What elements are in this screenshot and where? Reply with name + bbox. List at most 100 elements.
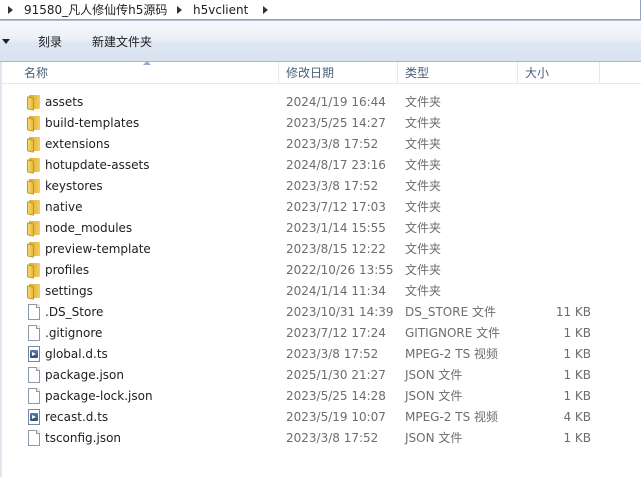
file-name: native bbox=[45, 200, 83, 214]
file-row[interactable]: native 2023/7/12 17:03 文件夹 bbox=[2, 197, 641, 218]
file-row[interactable]: node_modules 2023/1/14 15:55 文件夹 bbox=[2, 218, 641, 239]
file-name: settings bbox=[45, 284, 93, 298]
file-type: MPEG-2 TS 视频 bbox=[405, 347, 499, 361]
folder-icon bbox=[26, 94, 42, 111]
file-icon bbox=[26, 325, 42, 341]
breadcrumb-chevron-icon[interactable] bbox=[8, 6, 13, 14]
file-type: 文件夹 bbox=[405, 263, 442, 277]
file-size: 1 KB bbox=[563, 389, 591, 403]
file-row[interactable]: recast.d.ts 2023/5/19 10:07 MPEG-2 TS 视频 4 … bbox=[2, 407, 641, 428]
file-size bbox=[521, 239, 591, 260]
organize-dropdown-button[interactable] bbox=[0, 32, 22, 52]
address-bar[interactable]: 91580_凡人修仙传h5源码 h5vclient bbox=[0, 0, 641, 21]
file-type: 文件夹 bbox=[405, 158, 442, 172]
file-row[interactable]: .gitignore 2023/7/12 17:24 GITIGNORE 文件 1 K… bbox=[2, 323, 641, 344]
file-type: JSON 文件 bbox=[405, 389, 463, 403]
column-divider[interactable] bbox=[599, 62, 600, 84]
file-name: node_modules bbox=[45, 221, 133, 235]
file-modified-date: 2023/3/8 17:52 bbox=[286, 431, 379, 445]
file-row[interactable]: .DS_Store 2023/10/31 14:39 DS_STORE 文件 11 K… bbox=[2, 302, 641, 323]
column-header-type[interactable]: 类型 bbox=[405, 62, 429, 84]
file-type: 文件夹 bbox=[405, 137, 442, 151]
folder-icon bbox=[26, 283, 42, 300]
file-row[interactable]: keystores 2023/3/8 17:52 文件夹 bbox=[2, 176, 641, 197]
column-header-row: 名称 修改日期 类型 大小 bbox=[2, 61, 641, 84]
file-modified-date: 2024/8/17 23:16 bbox=[286, 158, 386, 172]
file-modified-date: 2023/3/8 17:52 bbox=[286, 179, 379, 193]
file-type: 文件夹 bbox=[405, 95, 442, 109]
file-name: package.json bbox=[45, 368, 125, 382]
file-size: 1 KB bbox=[563, 431, 591, 445]
file-name: assets bbox=[45, 95, 84, 109]
file-size bbox=[521, 176, 591, 197]
folder-icon bbox=[26, 157, 42, 174]
column-divider[interactable] bbox=[517, 62, 518, 84]
file-modified-date: 2023/5/25 14:27 bbox=[286, 116, 386, 130]
breadcrumb: 91580_凡人修仙传h5源码 h5vclient bbox=[0, 0, 641, 20]
file-type: 文件夹 bbox=[405, 221, 442, 235]
file-row[interactable]: tsconfig.json 2023/3/8 17:52 JSON 文件 1 KB bbox=[2, 428, 641, 449]
file-row[interactable]: extensions 2023/3/8 17:52 文件夹 bbox=[2, 134, 641, 155]
breadcrumb-item-project[interactable]: 91580_凡人修仙传h5源码 bbox=[24, 2, 167, 18]
file-row[interactable]: global.d.ts 2023/3/8 17:52 MPEG-2 TS 视频 1 K… bbox=[2, 344, 641, 365]
file-modified-date: 2024/1/14 11:34 bbox=[286, 284, 386, 298]
folder-icon bbox=[26, 199, 42, 216]
file-modified-date: 2023/3/8 17:52 bbox=[286, 137, 379, 151]
file-type: JSON 文件 bbox=[405, 431, 463, 445]
file-size bbox=[521, 113, 591, 134]
file-size bbox=[521, 281, 591, 302]
file-type: JSON 文件 bbox=[405, 368, 463, 382]
file-name: hotupdate-assets bbox=[45, 158, 150, 172]
file-size: 1 KB bbox=[563, 326, 591, 340]
file-row[interactable]: profiles 2022/10/26 13:55 文件夹 bbox=[2, 260, 641, 281]
breadcrumb-chevron-icon[interactable] bbox=[177, 6, 182, 14]
file-type: DS_STORE 文件 bbox=[405, 305, 496, 319]
column-divider[interactable] bbox=[278, 62, 279, 84]
file-row[interactable]: preview-template 2023/8/15 12:22 文件夹 bbox=[2, 239, 641, 260]
file-modified-date: 2023/5/25 14:28 bbox=[286, 389, 386, 403]
sort-ascending-icon bbox=[143, 61, 151, 65]
file-list: 名称 修改日期 类型 大小 assets 2024/1/19 16:44 文件夹 bu… bbox=[0, 61, 641, 477]
file-type: 文件夹 bbox=[405, 179, 442, 193]
new-folder-button[interactable]: 新建文件夹 bbox=[88, 32, 156, 52]
file-name: global.d.ts bbox=[45, 347, 108, 361]
column-header-name[interactable]: 名称 bbox=[24, 62, 48, 84]
column-divider[interactable] bbox=[397, 62, 398, 84]
file-type: 文件夹 bbox=[405, 116, 442, 130]
file-row[interactable]: package.json 2025/1/30 21:27 JSON 文件 1 KB bbox=[2, 365, 641, 386]
file-row[interactable]: hotupdate-assets 2024/8/17 23:16 文件夹 bbox=[2, 155, 641, 176]
file-name: extensions bbox=[45, 137, 110, 151]
breadcrumb-chevron-icon[interactable] bbox=[263, 6, 268, 14]
folder-icon bbox=[26, 136, 42, 153]
file-icon bbox=[26, 304, 42, 320]
file-size: 4 KB bbox=[563, 410, 591, 424]
file-icon bbox=[26, 430, 42, 446]
file-size bbox=[521, 134, 591, 155]
file-type: 文件夹 bbox=[405, 284, 442, 298]
file-name: keystores bbox=[45, 179, 103, 193]
file-name: profiles bbox=[45, 263, 90, 277]
burn-button[interactable]: 刻录 bbox=[34, 32, 66, 52]
column-header-size[interactable]: 大小 bbox=[525, 62, 549, 84]
folder-icon bbox=[26, 241, 42, 258]
file-type: GITIGNORE 文件 bbox=[405, 326, 501, 340]
breadcrumb-item-h5vclient[interactable]: h5vclient bbox=[193, 2, 248, 18]
folder-icon bbox=[26, 115, 42, 132]
file-name: .gitignore bbox=[45, 326, 103, 340]
file-modified-date: 2023/7/12 17:03 bbox=[286, 200, 386, 214]
file-row[interactable]: package-lock.json 2023/5/25 14:28 JSON 文件 1… bbox=[2, 386, 641, 407]
file-row[interactable]: assets 2024/1/19 16:44 文件夹 bbox=[2, 92, 641, 113]
folder-icon bbox=[26, 178, 42, 195]
video-file-icon bbox=[26, 346, 42, 362]
file-modified-date: 2023/5/19 10:07 bbox=[286, 410, 386, 424]
file-type: MPEG-2 TS 视频 bbox=[405, 410, 499, 424]
file-size bbox=[521, 155, 591, 176]
file-name: preview-template bbox=[45, 242, 151, 256]
file-size bbox=[521, 218, 591, 239]
file-modified-date: 2025/1/30 21:27 bbox=[286, 368, 386, 382]
column-header-modified[interactable]: 修改日期 bbox=[286, 62, 334, 84]
file-row[interactable]: settings 2024/1/14 11:34 文件夹 bbox=[2, 281, 641, 302]
file-row[interactable]: build-templates 2023/5/25 14:27 文件夹 bbox=[2, 113, 641, 134]
file-size bbox=[521, 197, 591, 218]
file-name: build-templates bbox=[45, 116, 140, 130]
